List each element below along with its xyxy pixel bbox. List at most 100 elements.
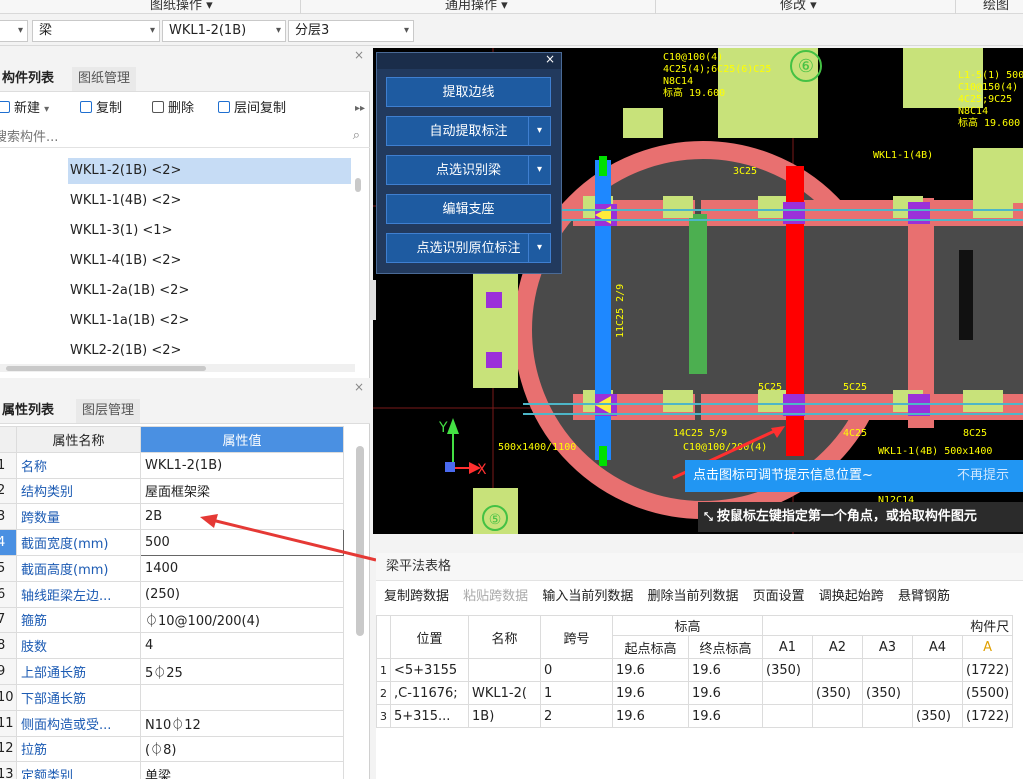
cell-span[interactable]: 2 bbox=[540, 704, 613, 728]
pick-recognize-inplace-label-button[interactable]: 点选识别原位标注 ▾ bbox=[386, 233, 551, 263]
cell-a1[interactable]: (350) bbox=[762, 658, 813, 682]
cell-a2[interactable]: (350) bbox=[812, 681, 863, 705]
close-icon[interactable]: × bbox=[545, 52, 555, 66]
pick-recognize-beam-button[interactable]: 点选识别梁 ▾ bbox=[386, 155, 551, 185]
cell-a4[interactable]: (350) bbox=[912, 704, 963, 728]
panel-collapse-handle[interactable] bbox=[370, 280, 376, 320]
property-value[interactable]: 单梁 bbox=[140, 761, 344, 779]
cantilever-rebar-button[interactable]: 悬臂钢筋 bbox=[898, 589, 950, 604]
tab-property-list[interactable]: 属性列表 bbox=[0, 399, 60, 423]
floor-select[interactable]: ▾ bbox=[0, 20, 28, 42]
list-item[interactable]: WKL1-3(1) <1> bbox=[68, 218, 351, 244]
property-value[interactable]: N10⏀12 bbox=[140, 709, 344, 737]
tab-component-list[interactable]: 构件列表 bbox=[0, 67, 60, 91]
cell-a3[interactable] bbox=[862, 704, 913, 728]
input-column-data-button[interactable]: 输入当前列数据 bbox=[542, 589, 633, 604]
table-row[interactable]: 9上部通长筋5⏀25 bbox=[0, 658, 344, 685]
property-value[interactable]: 5⏀25 bbox=[140, 658, 344, 685]
horizontal-scrollbar[interactable] bbox=[0, 364, 355, 372]
cell-start-elev[interactable]: 19.6 bbox=[612, 704, 689, 728]
dismiss-hint-link[interactable]: 不再提示 bbox=[957, 460, 1009, 492]
table-row[interactable]: 2结构类别屋面框架梁 bbox=[0, 477, 344, 505]
list-item[interactable]: WKL1-1(4B) <2> bbox=[68, 188, 351, 214]
table-row[interactable]: 1 <5+3155 0 19.6 19.6 (350) (1722) bbox=[376, 658, 1014, 682]
cell-a4[interactable] bbox=[912, 658, 963, 682]
tab-drawing-manager[interactable]: 图纸管理 bbox=[72, 67, 137, 91]
cell-span[interactable]: 0 bbox=[540, 658, 613, 682]
floor-copy-button[interactable]: 层间复制 bbox=[218, 96, 286, 122]
property-value[interactable]: 屋面框架梁 bbox=[140, 477, 344, 505]
table-row[interactable]: 2 ,C-11676; WKL1-2( 1 19.6 19.6 (350) (3… bbox=[376, 681, 1014, 705]
edit-support-button[interactable]: 编辑支座 bbox=[386, 194, 551, 224]
cell-position[interactable]: 5+315... bbox=[390, 704, 469, 728]
cell-end-elev[interactable]: 19.6 bbox=[688, 681, 763, 705]
swap-start-span-button[interactable]: 调换起始跨 bbox=[819, 589, 884, 604]
cell-a2[interactable] bbox=[812, 704, 863, 728]
list-item[interactable]: WKL1-1a(1B) <2> bbox=[68, 308, 351, 334]
layer-select[interactable]: 分层3 ▾ bbox=[288, 20, 414, 42]
cell-a[interactable]: (5500) bbox=[961, 681, 1014, 705]
delete-column-data-button[interactable]: 删除当前列数据 bbox=[647, 589, 738, 604]
property-value[interactable]: ⏀10@100/200(4) bbox=[140, 606, 344, 634]
search-field[interactable] bbox=[0, 128, 334, 146]
cell-name[interactable]: WKL1-2( bbox=[468, 681, 541, 705]
property-value[interactable] bbox=[140, 683, 344, 711]
cell-a1[interactable] bbox=[762, 704, 813, 728]
hint-tooltip[interactable]: 点击图标可调节提示信息位置~ 不再提示 bbox=[685, 460, 1023, 492]
more-icon[interactable]: ▸▸ bbox=[355, 96, 365, 122]
ribbon-group-common-ops[interactable]: 通用操作 ▾ bbox=[445, 0, 508, 13]
cell-name[interactable] bbox=[468, 658, 541, 682]
cell-a[interactable]: (1722) bbox=[961, 704, 1014, 728]
cell-a1[interactable] bbox=[762, 681, 813, 705]
property-value[interactable]: WKL1-2(1B) bbox=[140, 451, 344, 479]
ribbon-group-draw[interactable]: 绘图 bbox=[983, 0, 1009, 13]
close-icon[interactable]: × bbox=[354, 48, 364, 62]
table-row[interactable]: 7箍筋⏀10@100/200(4) bbox=[0, 606, 344, 634]
copy-button[interactable]: 复制 bbox=[80, 96, 122, 122]
chevron-down-icon[interactable]: ▾ bbox=[528, 234, 550, 262]
cell-name[interactable]: 1B) bbox=[468, 704, 541, 728]
cell-position[interactable]: <5+3155 bbox=[390, 658, 469, 682]
cell-end-elev[interactable]: 19.6 bbox=[688, 704, 763, 728]
paste-span-data-button[interactable]: 粘贴跨数据 bbox=[463, 589, 528, 604]
chevron-down-icon[interactable]: ▾ bbox=[528, 156, 550, 184]
close-icon[interactable]: × bbox=[354, 380, 364, 394]
copy-span-data-button[interactable]: 复制跨数据 bbox=[384, 589, 449, 604]
table-row[interactable]: 10下部通长筋 bbox=[0, 683, 344, 711]
extract-edges-button[interactable]: 提取边线 bbox=[386, 77, 551, 107]
list-item[interactable]: WKL2-2(1B) <2> bbox=[68, 338, 351, 364]
property-value[interactable]: 4 bbox=[140, 632, 344, 660]
delete-button[interactable]: 删除 bbox=[152, 96, 194, 122]
cell-span[interactable]: 1 bbox=[540, 681, 613, 705]
table-row[interactable]: 1名称WKL1-2(1B) bbox=[0, 451, 344, 479]
list-item[interactable]: WKL1-4(1B) <2> bbox=[68, 248, 351, 274]
ribbon-group-drawing-ops[interactable]: 图纸操作 ▾ bbox=[150, 0, 213, 13]
vertical-scrollbar[interactable] bbox=[355, 178, 361, 192]
cell-a4[interactable] bbox=[912, 681, 963, 705]
new-button[interactable]: 新建 ▾ bbox=[0, 96, 49, 122]
auto-extract-labels-button[interactable]: 自动提取标注 ▾ bbox=[386, 116, 551, 146]
cell-a[interactable]: (1722) bbox=[961, 658, 1014, 682]
search-icon[interactable]: ⌕ bbox=[353, 128, 360, 143]
table-row[interactable]: 13定额类别单梁 bbox=[0, 761, 344, 779]
cell-a3[interactable] bbox=[862, 658, 913, 682]
cell-position[interactable]: ,C-11676; bbox=[390, 681, 469, 705]
table-row[interactable]: 6轴线距梁左边...(250) bbox=[0, 580, 344, 608]
search-input[interactable]: ⌕ bbox=[0, 126, 370, 148]
cell-a3[interactable]: (350) bbox=[862, 681, 913, 705]
cell-end-elev[interactable]: 19.6 bbox=[688, 658, 763, 682]
page-setup-button[interactable]: 页面设置 bbox=[753, 589, 805, 604]
property-value[interactable]: (⏀8) bbox=[140, 735, 344, 763]
type-select[interactable]: 梁 ▾ bbox=[32, 20, 160, 42]
tab-layer-manager[interactable]: 图层管理 bbox=[76, 399, 141, 423]
chevron-down-icon[interactable]: ▾ bbox=[528, 117, 550, 145]
cell-start-elev[interactable]: 19.6 bbox=[612, 658, 689, 682]
cell-start-elev[interactable]: 19.6 bbox=[612, 681, 689, 705]
table-row[interactable]: 12拉筋(⏀8) bbox=[0, 735, 344, 763]
table-row[interactable]: 8肢数4 bbox=[0, 632, 344, 660]
table-row[interactable]: 11侧面构造或受...N10⏀12 bbox=[0, 709, 344, 737]
cell-a2[interactable] bbox=[812, 658, 863, 682]
property-value[interactable]: (250) bbox=[140, 580, 344, 608]
scrollbar-thumb[interactable] bbox=[6, 366, 206, 371]
ribbon-group-modify[interactable]: 修改 ▾ bbox=[780, 0, 817, 13]
